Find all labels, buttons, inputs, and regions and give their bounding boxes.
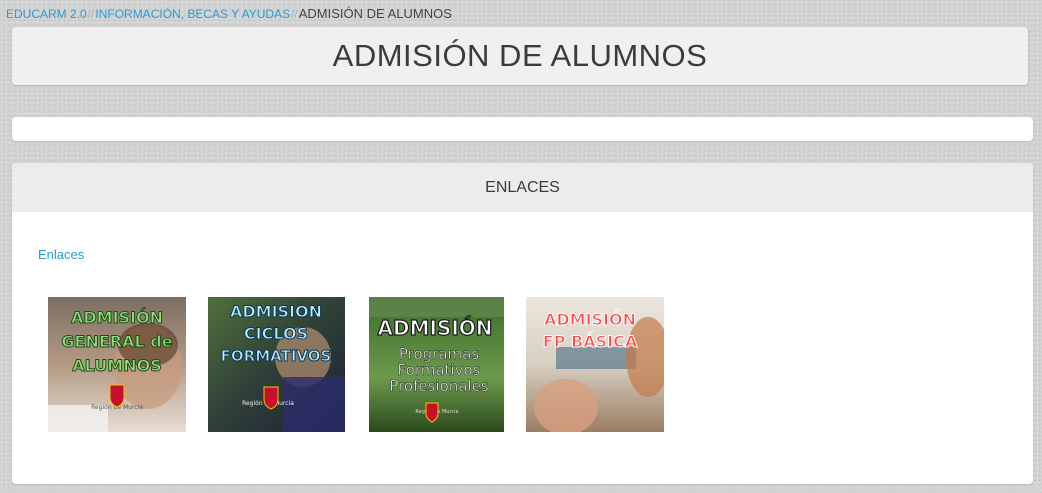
banner-line: ALUMNOS bbox=[72, 356, 161, 375]
breadcrumb-link-educarm[interactable]: EDUCARM 2.0 bbox=[6, 7, 87, 21]
banner-programas-formativos[interactable]: ADMISIÓN Programas Formativos Profesiona… bbox=[369, 297, 504, 432]
links-panel: ENLACES Enlaces ADMISIÓN GENERAL de ALUM… bbox=[12, 163, 1033, 484]
page-title: ADMISIÓN DE ALUMNOS bbox=[332, 38, 708, 73]
banner-line: Profesionales bbox=[389, 377, 489, 395]
banner-ciclos-formativos[interactable]: ADMISIÓN CICLOS FORMATIVOS Región de Mur… bbox=[208, 297, 345, 432]
banner-programas-formativos-image: ADMISIÓN Programas Formativos Profesiona… bbox=[369, 297, 504, 432]
banner-line: CICLOS bbox=[244, 324, 308, 343]
links-panel-title: ENLACES bbox=[485, 178, 560, 196]
links-panel-header: ENLACES bbox=[12, 163, 1033, 212]
banner-admision-general[interactable]: ADMISIÓN GENERAL de ALUMNOS Región de Mu… bbox=[48, 297, 186, 432]
breadcrumb-link-becas[interactable]: INFORMACIÓN, BECAS Y AYUDAS bbox=[95, 7, 290, 21]
breadcrumb-current: ADMISIÓN DE ALUMNOS bbox=[298, 6, 452, 21]
banner-ciclos-formativos-image: ADMISIÓN CICLOS FORMATIVOS Región de Mur… bbox=[208, 297, 345, 432]
murcia-shield-icon bbox=[425, 402, 439, 423]
links-link[interactable]: Enlaces bbox=[38, 247, 84, 262]
breadcrumb: EDUCARM 2.0//INFORMACIÓN, BECAS Y AYUDAS… bbox=[6, 6, 452, 22]
page-title-panel: ADMISIÓN DE ALUMNOS bbox=[12, 27, 1028, 85]
breadcrumb-separator: // bbox=[291, 7, 298, 21]
banner-line: ADMISIÓN bbox=[230, 302, 322, 321]
banner-heading: ADMISIÓN bbox=[377, 316, 492, 340]
banner-line: FP BÁSICA bbox=[543, 332, 638, 351]
murcia-shield-icon bbox=[109, 384, 125, 408]
banner-admision-general-image: ADMISIÓN GENERAL de ALUMNOS Región de Mu… bbox=[48, 297, 186, 432]
banner-fp-basica[interactable]: ADMISIÓN FP BÁSICA bbox=[526, 297, 664, 432]
banner-line: GENERAL de bbox=[61, 332, 172, 351]
banner-fp-basica-image: ADMISIÓN FP BÁSICA bbox=[526, 297, 664, 432]
banner-line: ADMISIÓN bbox=[71, 308, 163, 327]
banner-line: FORMATIVOS bbox=[221, 347, 332, 365]
murcia-shield-icon bbox=[263, 386, 279, 410]
empty-content-panel bbox=[12, 117, 1033, 141]
breadcrumb-separator: // bbox=[87, 7, 95, 21]
banner-line: ADMISIÓN bbox=[544, 310, 636, 329]
